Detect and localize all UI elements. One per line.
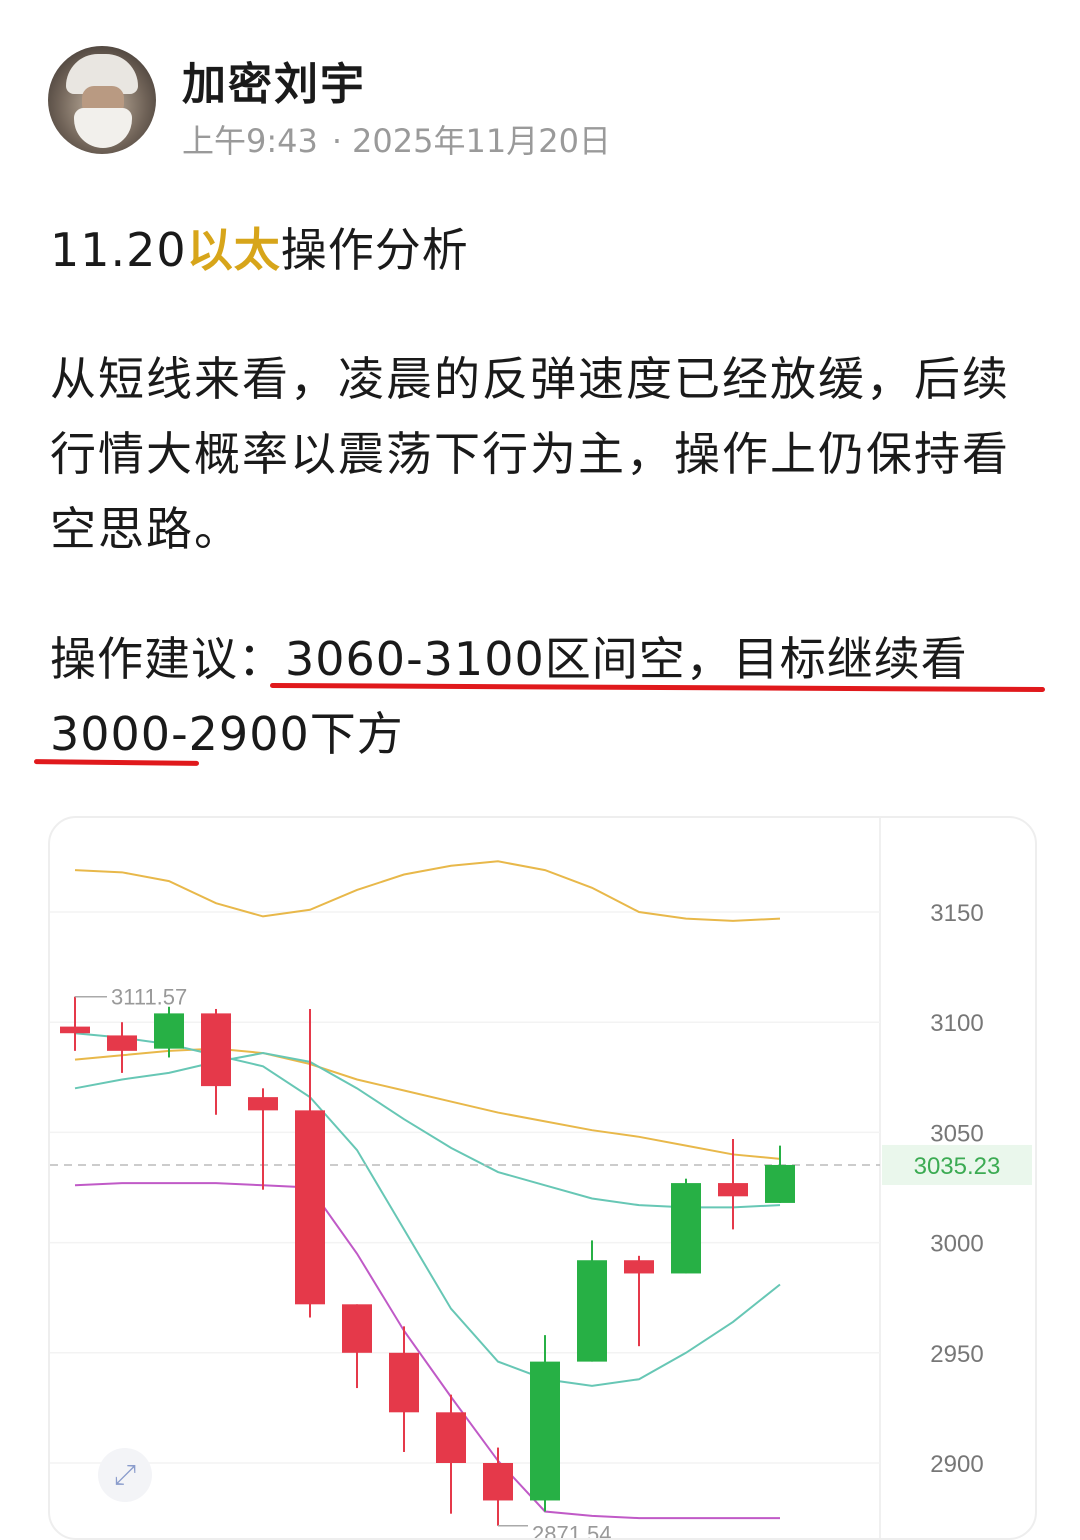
candle-body (436, 1412, 466, 1463)
advice-line2: 3000-2900下方 (50, 707, 404, 761)
title-highlight[interactable]: 以太 (187, 223, 281, 277)
author-name[interactable]: 加密刘宇 (182, 48, 366, 112)
y-tick-label: 2900 (930, 1451, 983, 1478)
post-title: 11.20以太操作分析 (50, 214, 469, 280)
candle-body (624, 1260, 654, 1274)
y-tick-label: 3000 (930, 1231, 983, 1258)
candle-body (107, 1035, 137, 1051)
candle-body (248, 1097, 278, 1111)
y-tick-label: 3050 (930, 1120, 983, 1147)
post-time: 上午9:43 (182, 122, 318, 160)
candle-body (295, 1110, 325, 1305)
y-tick-label: 2950 (930, 1341, 983, 1368)
advice-label: 操作建议： (50, 632, 285, 686)
candle-body (671, 1183, 701, 1274)
candle-body (483, 1463, 513, 1501)
advice-block: 操作建议：3060-3100区间空，目标继续看 3000-2900下方 (50, 622, 1050, 772)
post-meta: 上午9:43 · 2025年11月20日 (182, 116, 611, 162)
high-label: 3111.57 (111, 985, 187, 1010)
title-prefix: 11.20 (50, 223, 187, 277)
candle-body (342, 1304, 372, 1353)
chart-svg: 3150 3100 3050 3000 2950 2900 3111.57 2871.54 30… (50, 818, 1032, 1538)
kline-chart[interactable]: 3150 3100 3050 3000 2950 2900 3111.57 2871.54 30… (48, 816, 1037, 1540)
y-tick-label: 3100 (930, 1010, 983, 1037)
candle-body (201, 1013, 231, 1087)
ma-yellow-line (74, 1047, 781, 1160)
candle-body (530, 1361, 560, 1501)
candle-body (60, 1026, 90, 1034)
avatar-beard (74, 108, 132, 148)
candle-body (389, 1352, 419, 1413)
expand-icon[interactable]: ⤢ (98, 1448, 152, 1502)
avatar[interactable] (48, 46, 156, 154)
advice-line1: 3060-3100区间空，目标继续看 (285, 632, 968, 686)
current-price-label: 3035.23 (914, 1153, 1001, 1180)
candle-body (577, 1260, 607, 1362)
candle-body (765, 1164, 795, 1203)
y-tick-label: 3150 (930, 900, 983, 927)
meta-separator: · (331, 122, 343, 160)
post-date: 2025年11月20日 (352, 122, 611, 160)
post-header: 加密刘宇 上午9:43 · 2025年11月20日 (48, 44, 1048, 164)
title-suffix: 操作分析 (280, 223, 469, 277)
candle-body (154, 1013, 184, 1049)
candle-body (718, 1183, 748, 1197)
post-paragraph: 从短线来看，凌晨的反弹速度已经放缓，后续行情大概率以震荡下行为主，操作上仍保持看… (50, 352, 1010, 556)
low-label: 2871.54 (532, 1522, 612, 1538)
